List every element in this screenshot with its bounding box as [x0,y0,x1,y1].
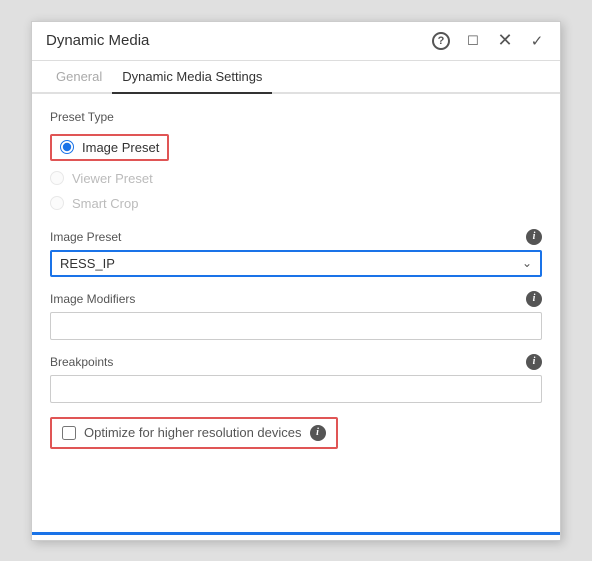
image-preset-label-row: Image Preset i [50,229,542,245]
radio-image-preset[interactable] [60,140,74,154]
radio-smart-crop-label: Smart Crop [72,196,138,211]
breakpoints-field: Breakpoints i [50,354,542,403]
preset-type-label: Preset Type [50,110,542,124]
image-modifiers-label: Image Modifiers [50,292,135,306]
image-modifiers-label-row: Image Modifiers i [50,291,542,307]
image-preset-value: RESS_IP [60,256,522,271]
breakpoints-info-icon[interactable]: i [526,354,542,370]
close-icon[interactable]: ✕ [496,32,514,50]
image-preset-select[interactable]: RESS_IP ⌄ [50,250,542,277]
breakpoints-label-row: Breakpoints i [50,354,542,370]
select-arrow-icon: ⌄ [522,256,532,270]
optimize-checkbox[interactable] [62,426,76,440]
radio-option-smart-crop[interactable]: Smart Crop [50,196,542,211]
radio-smart-crop[interactable] [50,196,64,210]
radio-option-viewer-preset[interactable]: Viewer Preset [50,171,542,186]
radio-viewer-preset[interactable] [50,171,64,185]
image-preset-info-icon[interactable]: i [526,229,542,245]
breakpoints-label: Breakpoints [50,355,113,369]
optimize-info-icon[interactable]: i [310,425,326,441]
image-preset-field: Image Preset i RESS_IP ⌄ [50,229,542,277]
dialog-title: Dynamic Media [46,32,432,49]
screen-icon[interactable]: ☐ [464,32,482,50]
dialog-body: Preset Type Image Preset Viewer Preset S… [32,94,560,532]
tab-dynamic-media-settings[interactable]: Dynamic Media Settings [112,61,272,94]
header-icons: ? ☐ ✕ ✓ [432,32,546,50]
tab-general[interactable]: General [46,61,112,94]
tab-bar: General Dynamic Media Settings [32,61,560,94]
image-modifiers-field: Image Modifiers i [50,291,542,340]
image-modifiers-input[interactable] [50,312,542,340]
preset-type-radio-group: Image Preset Viewer Preset Smart Crop [50,134,542,211]
image-modifiers-info-icon[interactable]: i [526,291,542,307]
image-preset-label: Image Preset [50,230,121,244]
help-icon[interactable]: ? [432,32,450,50]
optimize-label: Optimize for higher resolution devices [84,425,302,440]
breakpoints-input[interactable] [50,375,542,403]
dialog-header: Dynamic Media ? ☐ ✕ ✓ [32,22,560,61]
confirm-icon[interactable]: ✓ [528,32,546,50]
dialog-footer [32,532,560,540]
dialog-container: Dynamic Media ? ☐ ✕ ✓ General Dynamic Me… [31,21,561,541]
radio-viewer-preset-label: Viewer Preset [72,171,153,186]
radio-image-preset-label: Image Preset [82,140,159,155]
radio-option-image-preset[interactable]: Image Preset [50,134,169,161]
optimize-checkbox-row[interactable]: Optimize for higher resolution devices i [50,417,338,449]
